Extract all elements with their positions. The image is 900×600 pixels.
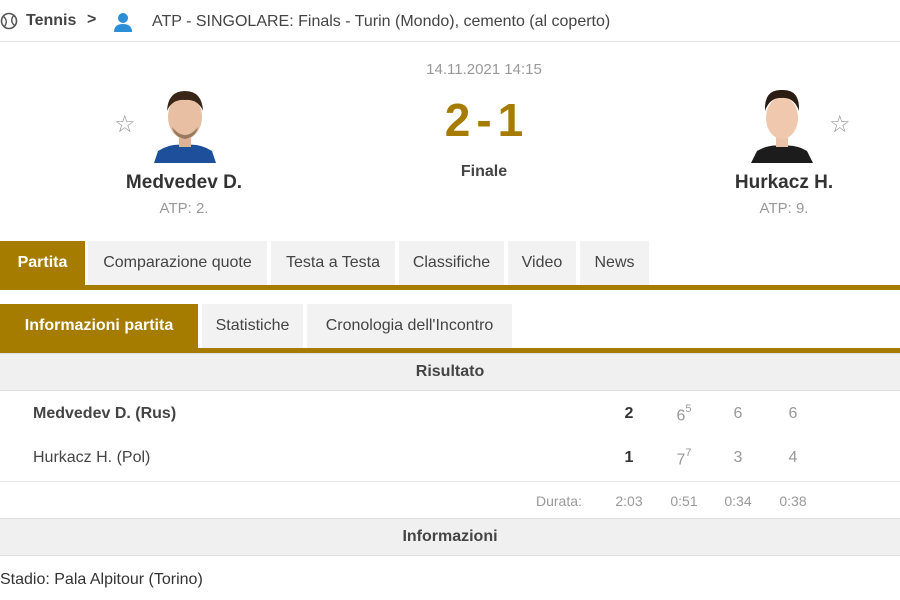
venue-info: Stadio: Pala Alpitour (Torino) — [0, 571, 203, 588]
duration-set3: 0:38 — [779, 493, 807, 509]
result-row-home: Medvedev D. (Rus) 2 65 6 6 — [0, 393, 900, 437]
player-icon — [114, 13, 132, 32]
match-header: ☆ Medvedev D. ATP: 2. 14.11.2021 14:15 2… — [0, 43, 900, 240]
away-player-name[interactable]: Hurkacz H. — [684, 172, 884, 194]
tennis-ball-icon[interactable] — [0, 12, 18, 30]
result-away-set1-tiebreak: 7 — [685, 447, 692, 459]
result-section-title: Risultato — [0, 353, 900, 391]
score-away: 1 — [497, 94, 524, 146]
result-away-name[interactable]: Hurkacz H. (Pol) — [33, 449, 150, 467]
tab-news[interactable]: News — [580, 241, 649, 285]
tab-classifiche[interactable]: Classifiche — [399, 241, 504, 285]
result-row-away: Hurkacz H. (Pol) 1 77 3 4 — [0, 437, 900, 481]
duration-set2: 0:34 — [724, 493, 752, 509]
tab-partita[interactable]: Partita — [0, 241, 85, 285]
favorite-home-star-icon[interactable]: ☆ — [114, 113, 136, 137]
tab-cronologia[interactable]: Cronologia dell'Incontro — [307, 304, 512, 348]
score-home: 2 — [444, 94, 471, 146]
player-photo-icon — [751, 89, 813, 163]
tab-testa-a-testa[interactable]: Testa a Testa — [271, 241, 395, 285]
favorite-away-star-icon[interactable]: ☆ — [829, 113, 851, 137]
player-photo-icon — [154, 91, 216, 163]
duration-total: 2:03 — [615, 493, 643, 509]
result-home-set1: 65 — [664, 403, 704, 425]
main-tabs: Partita Comparazione quote Testa a Testa… — [0, 240, 900, 290]
result-away-sets: 1 — [624, 449, 634, 466]
away-player-rank: ATP: 9. — [759, 200, 809, 217]
away-player-photo[interactable] — [749, 85, 815, 163]
score-separator: - — [476, 94, 492, 146]
duration-row: Durata: 2:03 0:51 0:34 0:38 — [0, 481, 900, 519]
breadcrumb: Tennis > ATP - SINGOLARE: Finals - Turin… — [0, 0, 900, 42]
tab-statistiche[interactable]: Statistiche — [202, 304, 303, 348]
chevron-right-icon: > — [87, 11, 97, 28]
duration-label: Durata: — [536, 493, 582, 509]
tab-comparazione-quote[interactable]: Comparazione quote — [88, 241, 267, 285]
tab-informazioni-partita[interactable]: Informazioni partita — [0, 304, 198, 348]
result-away-set3: 4 — [788, 449, 798, 466]
duration-set1: 0:51 — [670, 493, 698, 509]
match-score: 2-1 — [384, 93, 584, 147]
home-player-rank: ATP: 2. — [159, 200, 209, 217]
sub-tabs: Informazioni partita Statistiche Cronolo… — [0, 303, 900, 353]
result-away-set1: 77 — [664, 447, 704, 469]
result-home-set1-tiebreak: 5 — [685, 403, 692, 415]
result-home-set3: 6 — [788, 405, 798, 422]
result-home-sets: 2 — [624, 405, 634, 422]
match-datetime: 14.11.2021 14:15 — [426, 61, 542, 78]
match-status: Finale — [460, 163, 508, 180]
breadcrumb-tournament-link[interactable]: ATP - SINGOLARE: Finals - Turin (Mondo),… — [152, 13, 610, 31]
tab-video[interactable]: Video — [508, 241, 576, 285]
result-away-set2: 3 — [733, 449, 743, 466]
result-home-name[interactable]: Medvedev D. (Rus) — [33, 405, 176, 423]
home-player-name[interactable]: Medvedev D. — [84, 172, 284, 194]
breadcrumb-sport-link[interactable]: Tennis — [26, 12, 76, 30]
home-player-photo[interactable] — [152, 85, 218, 163]
result-home-set2: 6 — [733, 405, 743, 422]
info-section-title: Informazioni — [0, 518, 900, 556]
